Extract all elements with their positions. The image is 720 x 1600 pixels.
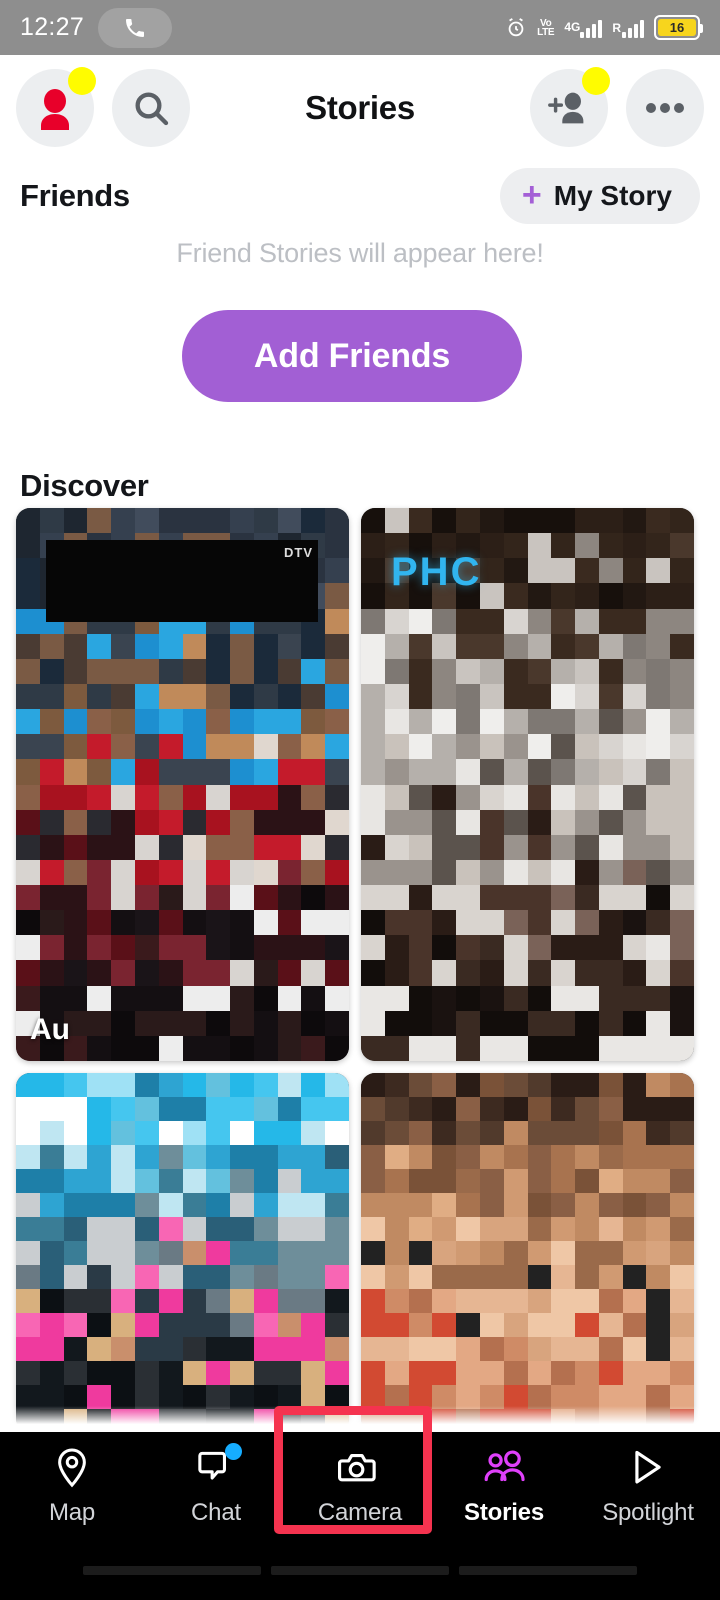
system-nav-home[interactable]: [271, 1565, 449, 1575]
page-title: Stories: [305, 88, 415, 126]
phone-icon: [98, 7, 173, 48]
nav-label: Map: [48, 1499, 96, 1526]
roaming-signal-indicator: R: [612, 18, 644, 38]
stories-people-icon: [481, 1445, 527, 1491]
battery-percent-label: 16: [669, 20, 685, 35]
friends-empty-message: Friend Stories will appear here!: [176, 238, 544, 268]
nav-label: Camera: [317, 1499, 403, 1526]
profile-notification-badge: [68, 66, 96, 95]
nav-tab-camera[interactable]: Camera: [288, 1432, 432, 1540]
add-friend-notification-badge: [582, 66, 610, 95]
system-nav-back[interactable]: [83, 1565, 261, 1575]
phone-screen: 12:27 Vo LTE 4G R 16 Stories Friends + M…: [0, 0, 720, 1600]
network-4g-indicator: 4G: [564, 18, 603, 38]
more-options-icon[interactable]: [626, 68, 704, 147]
add-friends-button[interactable]: Add Friends: [182, 310, 522, 402]
system-navigation-bar: [0, 1540, 720, 1600]
discover-tile[interactable]: [16, 1073, 349, 1433]
friends-heading: Friends: [20, 178, 130, 213]
status-bar-time: 12:27: [20, 13, 85, 41]
tile-brand-label: PHC: [391, 550, 482, 594]
chat-notification-badge: [225, 1443, 242, 1460]
discover-tile[interactable]: PHC: [361, 508, 694, 1061]
discover-tile[interactable]: [361, 1073, 694, 1433]
bottom-navigation-bar: Map Chat Camera Stories Spotlight: [0, 1432, 720, 1540]
my-story-button[interactable]: + My Story: [499, 168, 700, 224]
add-friend-icon[interactable]: [530, 66, 610, 147]
discover-heading: Discover: [20, 468, 149, 503]
nav-label: Chat: [191, 1499, 241, 1526]
status-bar: 12:27 Vo LTE 4G R 16: [0, 0, 720, 55]
nav-label: Stories: [464, 1499, 544, 1526]
plus-icon: +: [521, 176, 542, 215]
nav-label: Spotlight: [602, 1499, 694, 1526]
nav-tab-chat[interactable]: Chat: [144, 1432, 288, 1540]
my-story-label: My Story: [553, 180, 672, 211]
friends-section-header: Friends + My Story: [0, 168, 720, 224]
tile-brand-label: DTV: [284, 545, 313, 560]
map-pin-icon: [53, 1445, 91, 1491]
data-signal-bars: [580, 18, 603, 38]
status-bar-icons: Vo LTE 4G R 16: [505, 15, 703, 40]
chat-bubble-icon: [196, 1443, 242, 1491]
tile-banner: DTV: [46, 540, 318, 622]
content-fade-overlay: [0, 1406, 720, 1432]
system-nav-recents[interactable]: [459, 1565, 637, 1575]
alarm-icon: [505, 17, 527, 39]
search-icon[interactable]: [112, 68, 190, 147]
battery-icon: 16: [654, 15, 703, 40]
nav-tab-stories[interactable]: Stories: [432, 1432, 576, 1540]
app-header: Stories: [0, 55, 720, 160]
profile-avatar-icon[interactable]: [16, 66, 96, 147]
nav-tab-spotlight[interactable]: Spotlight: [576, 1432, 720, 1540]
spotlight-play-icon: [629, 1445, 667, 1491]
add-friends-label: Add Friends: [253, 336, 451, 375]
tile-thumbnail: [16, 1073, 349, 1433]
volte-indicator: Vo LTE: [537, 17, 555, 38]
tile-thumbnail: [361, 1073, 694, 1433]
discover-tile-grid: DTV Au PHC: [16, 508, 694, 1433]
discover-tile[interactable]: DTV Au: [16, 508, 349, 1061]
camera-icon: [338, 1445, 382, 1491]
nav-tab-map[interactable]: Map: [0, 1432, 144, 1540]
tile-title: Au: [30, 1013, 70, 1046]
cell-signal-bars: [622, 18, 644, 38]
